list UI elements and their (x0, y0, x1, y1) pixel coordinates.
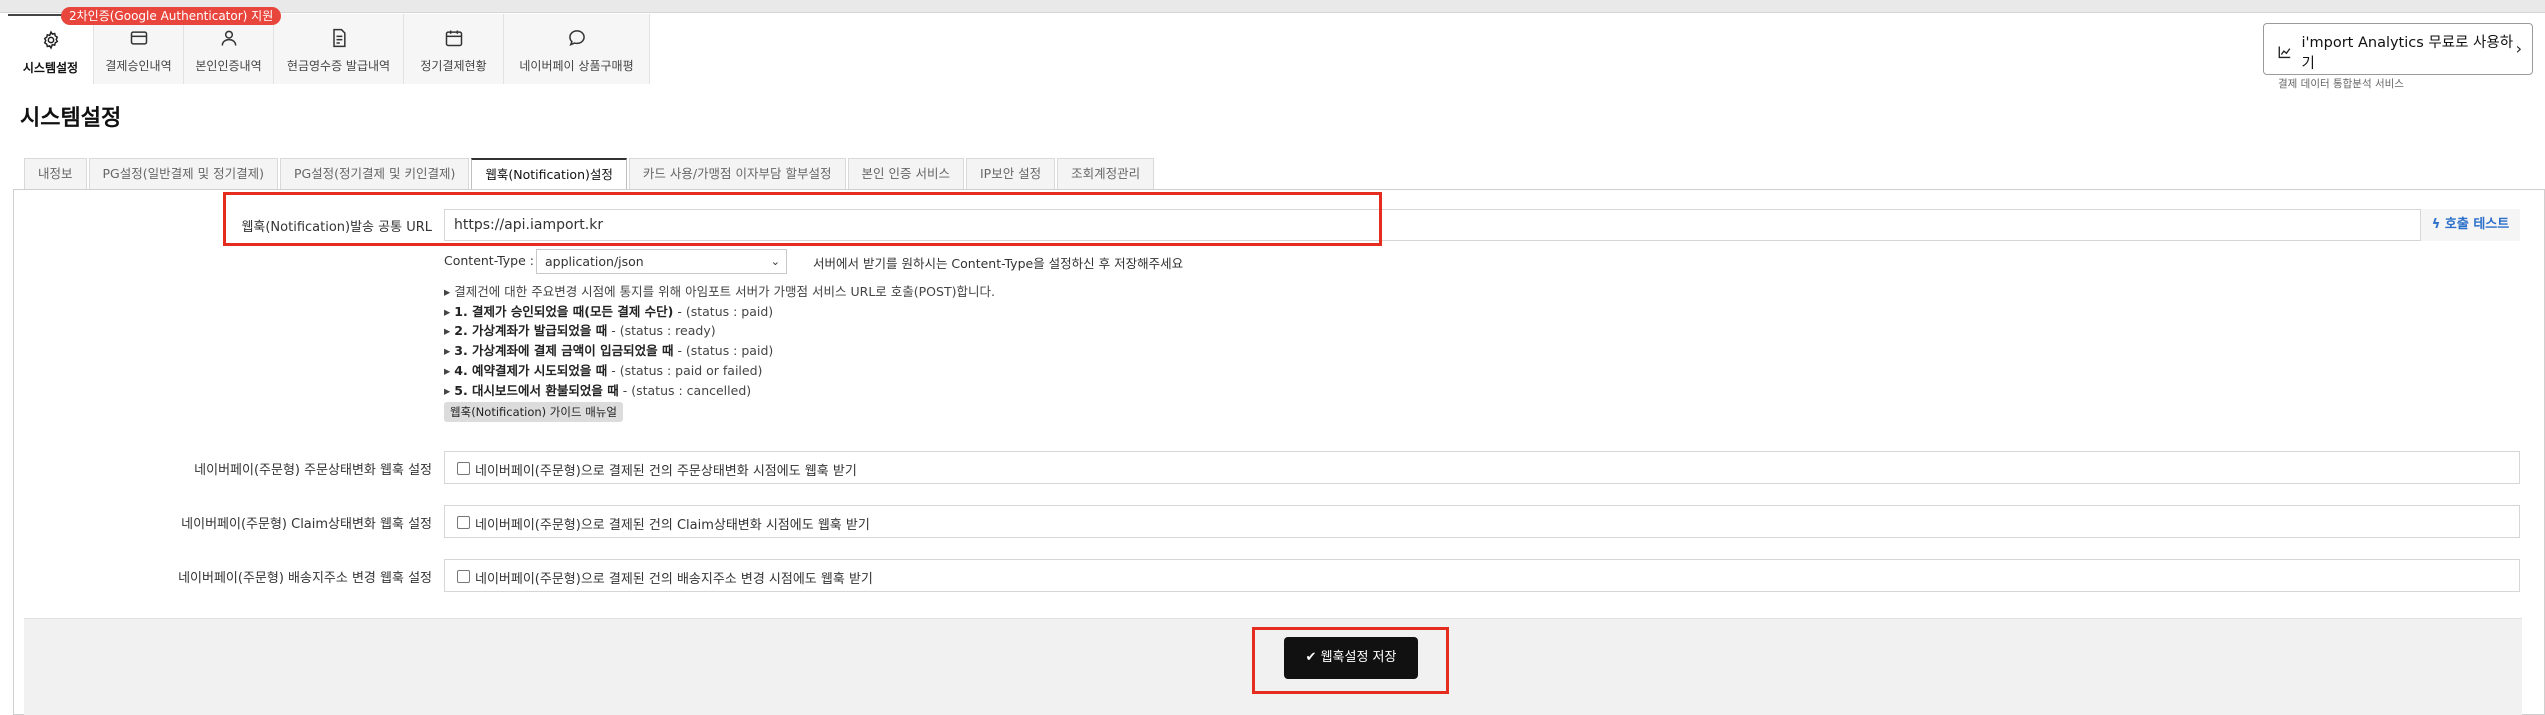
naver-claim-check-label: 네이버페이(주문형)으로 결제된 건의 Claim상태변화 시점에도 웹훅 받기 (475, 518, 870, 533)
naver-order-label: 네이버페이(주문형) 주문상태변화 웹훅 설정 (194, 463, 432, 478)
naver-address-check-label: 네이버페이(주문형)으로 결제된 건의 배송지주소 변경 시점에도 웹훅 받기 (475, 572, 873, 587)
content-type-label: Content-Type : (444, 253, 534, 268)
chat-icon (568, 30, 585, 47)
chevron-down-icon: ⌄ (770, 255, 780, 268)
description-line: ▸ 5. 대시보드에서 환불되었을 때 - (status : cancelle… (444, 382, 752, 398)
highlight-url-box (223, 192, 1382, 246)
guide-manual-button[interactable]: 웹훅(Notification) 가이드 매뉴얼 (444, 402, 623, 422)
webhook-description: ▸ 결제건에 대한 주요변경 시점에 통지를 위해 아임포트 서버가 가맹점 서… (444, 282, 995, 400)
nav-item-cash-receipts[interactable]: 현금영수증 발급내역 (274, 14, 404, 84)
tab-pg-subscription[interactable]: PG설정(정기결제 및 키인결제) (279, 158, 470, 189)
naver-address-checkbox[interactable] (457, 570, 470, 583)
description-line: ▸ 3. 가상계좌에 결제 금액이 입금되었을 때 - (status : pa… (444, 343, 774, 359)
two-factor-badge: 2차인증(Google Authenticator) 지원 (61, 7, 282, 25)
nav-label: 정기결제현황 (420, 59, 487, 73)
nav-label: 본인인증내역 (195, 59, 262, 73)
content-type-value: application/json (545, 254, 644, 269)
naver-claim-label: 네이버페이(주문형) Claim상태변화 웹훅 설정 (181, 517, 432, 532)
tab-viewer-accounts[interactable]: 조회계정관리 (1057, 158, 1155, 189)
tab-ip-security[interactable]: IP보안 설정 (965, 158, 1056, 189)
description-line: ▸ 결제건에 대한 주요변경 시점에 통지를 위해 아임포트 서버가 가맹점 서… (444, 284, 995, 299)
nav-label: 결제승인내역 (105, 59, 172, 73)
tab-webhook[interactable]: 웹훅(Notification)설정 (471, 158, 627, 190)
promo-subtitle: 결제 데이터 통합분석 서비스 (2278, 78, 2404, 90)
receipt-icon (332, 28, 346, 48)
nav-item-subscriptions[interactable]: 정기결제현황 (404, 14, 504, 84)
tab-pg-general[interactable]: PG설정(일반결제 및 정기결제) (88, 158, 278, 189)
nav-label: 시스템설정 (22, 61, 79, 75)
card-icon (130, 31, 147, 45)
description-line: ▸ 1. 결제가 승인되었을 때(모든 결제 수단) - (status : p… (444, 303, 774, 319)
nav-label: 현금영수증 발급내역 (286, 59, 391, 73)
chart-line-icon (2278, 46, 2291, 59)
content-type-help: 서버에서 받기를 원하시는 Content-Type을 설정하신 후 저장해주세… (813, 256, 1184, 271)
naver-claim-checkbox[interactable] (457, 516, 470, 529)
nav-item-naverpay-reviews[interactable]: 네이버페이 상품구매평 (504, 14, 650, 84)
analytics-promo-button[interactable]: i'mport Analytics 무료로 사용하기 결제 데이터 통합분석 서… (2263, 23, 2533, 90)
promo-title: i'mport Analytics 무료로 사용하기 (2301, 35, 2514, 72)
nav-label: 네이버페이 상품구매평 (519, 59, 634, 73)
gear-icon (43, 30, 58, 50)
naver-order-check-label: 네이버페이(주문형)으로 결제된 건의 주문상태변화 시점에도 웹훅 받기 (475, 464, 857, 479)
description-line: ▸ 4. 예약결제가 시도되었을 때 - (status : paid or f… (444, 362, 763, 378)
chevron-right-icon: › (2515, 39, 2522, 58)
tab-card-installment[interactable]: 카드 사용/가맹점 이자부담 할부설정 (628, 158, 846, 189)
settings-tabs: 내정보 PG설정(일반결제 및 정기결제) PG설정(정기결제 및 키인결제) … (24, 158, 1156, 190)
naver-address-label: 네이버페이(주문형) 배송지주소 변경 웹훅 설정 (178, 571, 432, 586)
user-icon (221, 30, 236, 46)
lightning-icon: ϟ (2431, 217, 2441, 232)
highlight-save-box (1252, 627, 1449, 694)
test-call-label: 호출 테스트 (2444, 217, 2510, 232)
naver-order-checkbox[interactable] (457, 462, 470, 475)
page-title: 시스템설정 (20, 106, 122, 131)
test-call-button[interactable]: ϟ 호출 테스트 (2420, 209, 2520, 241)
top-strip (0, 0, 2545, 13)
calendar-icon (445, 30, 462, 47)
description-line: ▸ 2. 가상계좌가 발급되었을 때 - (status : ready) (444, 323, 716, 339)
tab-identity-service[interactable]: 본인 인증 서비스 (847, 158, 964, 189)
content-type-select[interactable]: application/json ⌄ (536, 249, 787, 274)
tab-my-info[interactable]: 내정보 (24, 158, 87, 189)
